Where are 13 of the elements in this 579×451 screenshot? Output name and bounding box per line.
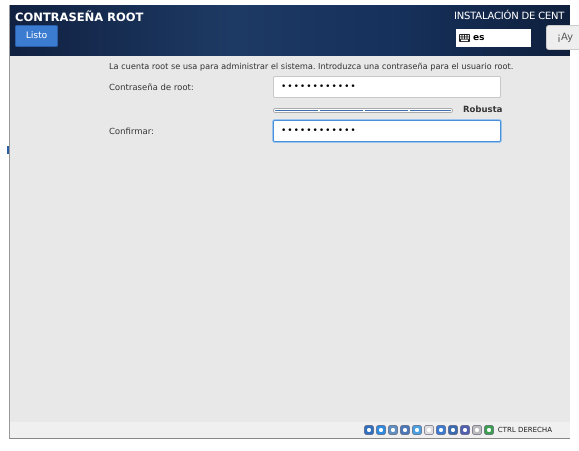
installer-title: INSTALACIÓN DE CENT	[454, 11, 564, 22]
edge-marker	[7, 146, 9, 154]
strength-label: Robusta	[463, 105, 502, 115]
keyboard-layout-field[interactable]: es	[456, 29, 531, 47]
done-button[interactable]: Listo	[15, 25, 58, 47]
password-field[interactable]: ••••••••••••	[273, 76, 501, 98]
field-label: Contraseña de root:	[109, 83, 194, 93]
field-label: Confirmar:	[109, 127, 154, 137]
page-title: CONTRASEÑA ROOT	[15, 10, 144, 24]
password-field[interactable]: ••••••••••••	[273, 120, 501, 142]
description-text: La cuenta root se usa para administrar el sistema. Introduzca una contraseña para el usuario root.	[109, 61, 514, 71]
keyboard-icon	[459, 34, 470, 42]
help-button[interactable]: ¡Ay	[546, 25, 579, 50]
